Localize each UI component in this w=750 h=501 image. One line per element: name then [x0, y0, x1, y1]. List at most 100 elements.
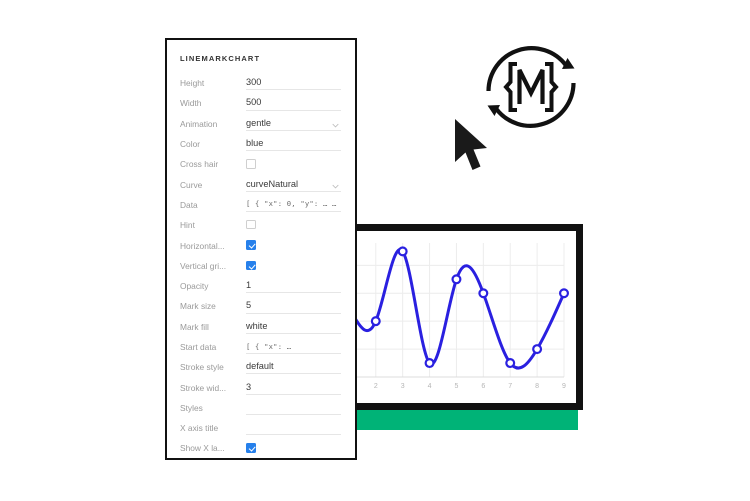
property-row-opacity: Opacity 1 — [167, 276, 355, 296]
line-series-path — [320, 248, 566, 370]
select-animation[interactable]: gentle — [246, 114, 345, 134]
input-color[interactable]: blue — [246, 134, 345, 154]
property-row-hint: Hint — [167, 215, 355, 235]
property-row-animation: Animation gentle — [167, 114, 355, 134]
chevron-down-icon[interactable] — [332, 122, 339, 129]
property-label: Vertical gri... — [180, 260, 227, 271]
input-width[interactable]: 500 — [246, 93, 345, 113]
property-label: Hint — [180, 220, 195, 231]
input-height[interactable]: 300 — [246, 73, 345, 93]
input-stroke-style[interactable]: default — [246, 357, 345, 377]
checkbox-show-x-la[interactable] — [246, 438, 345, 458]
left-brace-icon — [503, 62, 517, 112]
property-row-color: Color blue — [167, 134, 355, 154]
checkbox-checked-icon[interactable] — [246, 260, 256, 271]
property-row-show-x-la: Show X la... — [167, 438, 355, 458]
input-stroke-wid[interactable]: 3 — [246, 377, 345, 397]
input-data[interactable]: [ { "x": 0, "y": … … — [246, 195, 345, 215]
property-row-start-data: Start data [ { "x": … — [167, 337, 355, 357]
property-row-cross-hair: Cross hair — [167, 154, 355, 174]
x-tick-label: 4 — [428, 383, 432, 390]
property-value: white — [246, 320, 268, 331]
property-label: Stroke style — [180, 362, 224, 373]
property-row-width: Width 500 — [167, 93, 355, 113]
property-label: Mark size — [180, 301, 216, 312]
property-label: Mark fill — [180, 321, 209, 332]
input-start-data[interactable]: [ { "x": … — [246, 337, 345, 357]
data-point-mark[interactable] — [397, 246, 408, 257]
x-tick-label: 6 — [481, 383, 485, 390]
property-row-height: Height 300 — [167, 73, 355, 93]
input-mark-size[interactable]: 5 — [246, 296, 345, 316]
axis-lines — [321, 243, 564, 378]
property-label: Width — [180, 98, 202, 109]
property-label: Start data — [180, 342, 217, 352]
property-label: Height — [180, 78, 205, 89]
letter-m-glyph — [517, 69, 545, 104]
property-value: 300 — [246, 77, 262, 88]
property-label: Color — [180, 139, 201, 150]
property-value: 3 — [246, 381, 252, 392]
property-value: blue — [246, 138, 264, 149]
property-value: [ { "x": … — [246, 341, 292, 351]
right-brace-icon — [545, 62, 559, 112]
property-label: Curve — [180, 179, 203, 190]
property-row-mark-size: Mark size 5 — [167, 296, 355, 316]
chevron-down-icon[interactable] — [332, 183, 339, 190]
checkbox-checked-icon[interactable] — [246, 443, 256, 453]
data-point-mark[interactable] — [559, 288, 570, 299]
property-value: default — [246, 361, 274, 372]
property-label: Data — [180, 199, 198, 210]
property-value: gentle — [246, 117, 272, 128]
x-tick-label: 2 — [374, 383, 378, 390]
data-point-mark[interactable] — [370, 316, 381, 327]
checkbox-checked-icon[interactable] — [246, 240, 256, 250]
property-label: Show X la... — [180, 443, 225, 454]
property-row-x-axis-title: X axis title — [167, 418, 355, 438]
data-point-mark[interactable] — [478, 288, 489, 299]
panel-title: LINEMARKCHART — [180, 54, 261, 63]
property-value: 1 — [246, 280, 252, 291]
data-point-mark[interactable] — [532, 344, 543, 355]
property-value: 5 — [246, 300, 252, 311]
select-curve[interactable]: curveNatural — [246, 174, 345, 194]
data-point-mark[interactable] — [451, 274, 462, 285]
property-rows-container: Height 300 Width 500 Animation gentle Color blu… — [167, 73, 355, 458]
input-x-axis-title[interactable] — [246, 418, 345, 438]
checkbox-hint[interactable] — [246, 215, 345, 235]
x-tick-label: 8 — [535, 383, 539, 390]
property-label: Horizontal... — [180, 240, 225, 251]
x-tick-label: 3 — [401, 383, 405, 390]
properties-panel: LINEMARKCHART Height 300 Width 500 Animation… — [165, 38, 357, 460]
x-tick-label: 5 — [454, 383, 458, 390]
refresh-circle-icon — [486, 46, 576, 128]
data-point-mark[interactable] — [424, 358, 435, 369]
input-mark-fill[interactable]: white — [246, 317, 345, 337]
monogram-refresh-logo — [479, 35, 583, 139]
mouse-pointer-cursor — [452, 118, 494, 178]
property-row-data: Data [ { "x": 0, "y": … … — [167, 195, 355, 215]
property-row-stroke-wid: Stroke wid... 3 — [167, 377, 355, 397]
property-row-curve: Curve curveNatural — [167, 174, 355, 194]
property-label: Cross hair — [180, 159, 219, 170]
checkbox-cross-hair[interactable] — [246, 154, 345, 174]
checkbox-horizontal[interactable] — [246, 235, 345, 255]
property-row-horizontal: Horizontal... — [167, 235, 355, 255]
property-row-stroke-style: Stroke style default — [167, 357, 355, 377]
checkbox-unchecked-icon[interactable] — [246, 159, 256, 169]
property-value: [ { "x": 0, "y": … … — [246, 199, 337, 209]
property-row-mark-fill: Mark fill white — [167, 317, 355, 337]
x-tick-label: 7 — [508, 383, 512, 390]
data-point-mark[interactable] — [505, 358, 516, 369]
property-label: X axis title — [180, 423, 219, 434]
checkbox-vertical-gri[interactable] — [246, 256, 345, 276]
property-row-styles: Styles — [167, 398, 355, 418]
input-opacity[interactable]: 1 — [246, 276, 345, 296]
input-styles[interactable] — [246, 398, 345, 418]
vertical-gridlines — [321, 243, 565, 377]
checkbox-unchecked-icon[interactable] — [246, 219, 256, 230]
property-value: curveNatural — [246, 178, 299, 189]
property-label: Styles — [180, 402, 203, 413]
property-label: Opacity — [180, 281, 209, 292]
property-label: Stroke wid... — [180, 382, 227, 393]
